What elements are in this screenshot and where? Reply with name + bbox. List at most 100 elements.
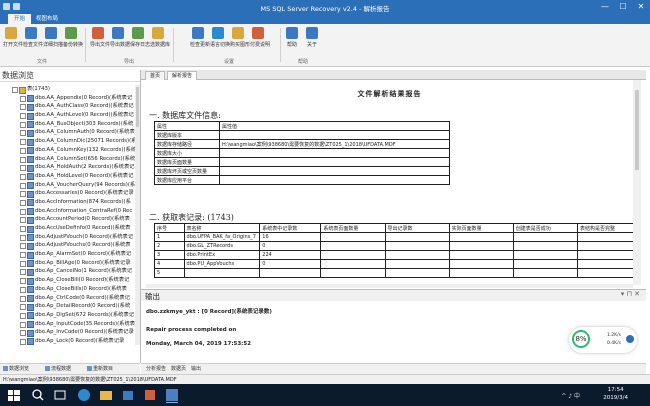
tree-item[interactable]: dbo.AdjustPVouchs(0 Record)(系统表 — [0, 241, 140, 250]
task-view-icon[interactable] — [52, 387, 68, 403]
deep-scan-button[interactable]: 详细扫描 — [43, 27, 63, 48]
start-icon[interactable] — [6, 387, 22, 403]
panel-controls[interactable]: ▾ ⊓ ✕ — [621, 290, 640, 298]
tab-home[interactable]: 首页 — [145, 71, 166, 80]
checkbox-icon[interactable] — [20, 226, 26, 232]
tree-item[interactable]: dbo.AA_HoldLevel(0 Record)(系统表记 — [0, 172, 140, 181]
payment-info-button[interactable]: 付费说明 — [250, 27, 270, 48]
tree-item[interactable]: dbo.Ap_DetailRecord(0 Record)(系统 — [0, 302, 140, 311]
tree-item[interactable]: dbo.Ap_CtrlCode(0 Record)(系统表记 — [0, 294, 140, 303]
tree-item[interactable]: dbo.AA_AuthClass(0 Record)(系统表记 — [0, 102, 140, 111]
tab-recount[interactable]: 重新数目 — [87, 365, 113, 372]
report-vscrollbar[interactable] — [633, 80, 641, 285]
tree-item[interactable]: dbo.AA_VoucherQuery(94 Records)(系 — [0, 181, 140, 190]
tree-item[interactable]: dbo.Ap_DigSet(672 Records)(系统表记 — [0, 311, 140, 320]
tree-root[interactable]: 表(1743) — [0, 85, 140, 94]
checkbox-icon[interactable] — [20, 269, 26, 276]
checkbox-icon[interactable] — [20, 199, 26, 206]
save-log-button[interactable]: 保存日志 — [130, 27, 150, 48]
checkbox-icon[interactable] — [20, 208, 26, 215]
check-file-button[interactable]: 检查文件 — [23, 27, 43, 48]
select-database-button[interactable]: 选数据库 — [150, 27, 170, 48]
tab-data-page[interactable]: 数据页 — [171, 365, 186, 372]
export-file-button[interactable]: 导出文件 — [90, 27, 110, 48]
help-button[interactable]: 帮助 — [284, 27, 300, 48]
tree-item[interactable]: dbo.Ap_BillAge(0 Record)(系统表记录 — [0, 259, 140, 268]
tree-item[interactable]: dbo.Ap_CloseBills(0 Record)(系统表 — [0, 285, 140, 294]
backup-convert-button[interactable]: 备份转换 — [63, 27, 83, 48]
checkbox-icon[interactable] — [20, 260, 26, 267]
tab-analysis-report[interactable]: 解析报告 — [167, 71, 198, 80]
tree-item[interactable]: dbo.AA_ColumnAuth(0 Record)(系统表 — [0, 128, 140, 137]
close-button[interactable]: ✕ — [632, 0, 650, 14]
tree-item[interactable]: dbo.AA_HoldAuth(2 Records)(系统表记 — [0, 163, 140, 172]
tab-view-layout[interactable]: 视图布局 — [30, 14, 64, 24]
language-switch-button[interactable]: 语言切换 — [210, 27, 230, 48]
checkbox-icon[interactable] — [20, 338, 26, 345]
tree-item[interactable]: dbo.Accessaries(0 Record)(系统表记录 — [0, 189, 140, 198]
edge-icon[interactable] — [76, 387, 92, 403]
tab-report[interactable]: 分析报告 — [146, 365, 166, 372]
checkbox-icon[interactable] — [20, 312, 26, 319]
tree-item[interactable]: dbo.AA_AuthLevel(0 Record)(系统表记 — [0, 111, 140, 120]
tree-item[interactable]: dbo.AccInformation(874 Records)(系 — [0, 198, 140, 207]
tree-scrollbar[interactable] — [135, 85, 140, 345]
checkbox-icon[interactable] — [20, 139, 26, 146]
tree-item[interactable]: dbo.AA_Appendix(0 Record)(系统表记 — [0, 94, 140, 103]
tree-item[interactable]: dbo.AccUseDefinfo(0 Record)(系统表 — [0, 224, 140, 233]
checkbox-icon[interactable] — [20, 113, 26, 120]
checkbox-icon[interactable] — [20, 234, 26, 241]
tree-item[interactable]: dbo.AA_BusObject(303 Records)(系统 — [0, 120, 140, 129]
checkbox-icon[interactable] — [20, 121, 26, 128]
checkbox-icon[interactable] — [20, 104, 26, 111]
tree-item[interactable]: dbo.Ap_InvCode(0 Record)(系统表记录 — [0, 328, 140, 337]
tree-item[interactable]: dbo.Ap_AlarmSet(0 Record)(系统表记 — [0, 250, 140, 259]
checkbox-icon[interactable] — [20, 165, 26, 172]
open-file-button[interactable]: 打开文件 — [3, 27, 23, 48]
explorer-icon[interactable] — [98, 387, 114, 403]
checkbox-icon[interactable] — [20, 321, 26, 328]
store-icon[interactable] — [120, 387, 136, 403]
tree-item[interactable]: dbo.Ap_InputCode(35 Records)(系统表 — [0, 320, 140, 329]
checkbox-icon[interactable] — [20, 295, 26, 302]
checkbox-icon[interactable] — [20, 191, 26, 198]
tree-item[interactable]: dbo.AA_ColumnKey(132 Records)(系统 — [0, 146, 140, 155]
tab-data-browse[interactable]: 数据浏览 — [3, 365, 29, 372]
tree-item[interactable]: dbo.Ap_CloseBill(0 Record)(系统表记 — [0, 276, 140, 285]
checkbox-icon[interactable] — [20, 173, 26, 180]
purchase-button[interactable]: 购买图形 — [230, 27, 250, 48]
checkbox-icon[interactable] — [20, 95, 26, 102]
checkbox-icon[interactable] — [20, 147, 26, 154]
checkbox-icon[interactable] — [20, 130, 26, 137]
checkbox-icon[interactable] — [20, 252, 26, 259]
system-tray[interactable]: ^ ♪ 中 — [561, 391, 580, 400]
tree-item[interactable]: dbo.AccInformation_ContraRef(0 Rec — [0, 207, 140, 216]
checkbox-icon[interactable] — [20, 182, 26, 189]
check-update-button[interactable]: 检查更新 — [190, 27, 210, 48]
tree-item[interactable]: dbo.AA_ColumnDic(25071 Records)(系 — [0, 137, 140, 146]
checkbox-icon[interactable] — [20, 243, 26, 250]
tree-item[interactable]: dbo.AA_ColumnSet(656 Records)(系统 — [0, 155, 140, 164]
minimize-button[interactable]: — — [596, 0, 614, 14]
tree-item[interactable]: dbo.AdjustPVouch(0 Record)(系统表记 — [0, 233, 140, 242]
about-button[interactable]: 关于 — [304, 27, 320, 48]
tab-start[interactable]: 开始 — [8, 14, 32, 24]
tab-output[interactable]: 输出 — [191, 365, 201, 372]
tree-item[interactable]: dbo.AccountPeriod(0 Record)(系统表 — [0, 215, 140, 224]
checkbox-icon[interactable] — [12, 87, 18, 93]
search-icon[interactable] — [30, 387, 46, 403]
checkbox-icon[interactable] — [20, 286, 26, 293]
report-hscrollbar[interactable] — [146, 284, 633, 288]
network-monitor-widget[interactable]: 8% 1.2K/s 0.4K/s — [569, 327, 637, 353]
maximize-button[interactable]: ☐ — [614, 0, 632, 14]
app-icon[interactable] — [142, 387, 158, 403]
checkbox-icon[interactable] — [20, 217, 26, 224]
checkbox-icon[interactable] — [20, 156, 26, 163]
checkbox-icon[interactable] — [20, 278, 26, 285]
sql-recovery-icon[interactable] — [164, 387, 180, 403]
tab-flow-data[interactable]: 流程数据 — [45, 365, 71, 372]
clock[interactable]: 17:54 2019/3/4 — [603, 387, 628, 402]
checkbox-icon[interactable] — [20, 330, 26, 337]
checkbox-icon[interactable] — [20, 304, 26, 311]
tree-item[interactable]: dbo.Ap_CancelNo(1 Record)(系统表记 — [0, 267, 140, 276]
